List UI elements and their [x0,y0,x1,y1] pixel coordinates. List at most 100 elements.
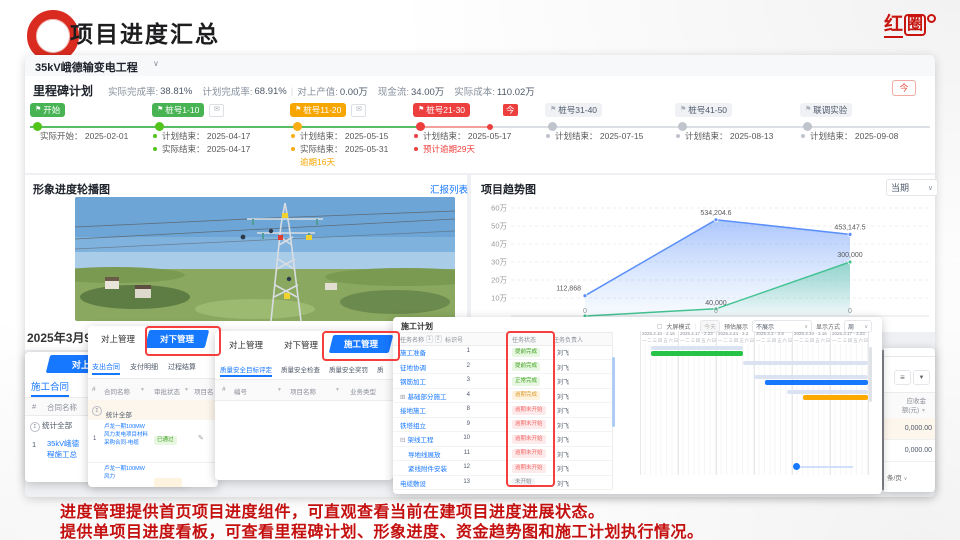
subtab-expense-contract[interactable]: 支出合同 [92,362,120,375]
task-name-link[interactable]: 施工准备 [400,347,426,357]
task-row[interactable]: 导地线展放11逾期未开始刘飞 [393,446,612,462]
gantt-bar-blue[interactable] [765,380,868,385]
milestone-lines: 计划结束： 2025-08-13 [685,130,773,143]
filter-icon[interactable]: ▼ [335,387,340,393]
gantt-bar-plan[interactable] [651,346,743,350]
footer-line-2: 提供单项目进度看板，可查看里程碑计划、形象进度、资金趋势图和施工计划执行情况。 [60,522,704,540]
gantt-week-column: 2025.3.10 - 3.16一二三四五六日 [792,331,830,475]
task-name-link[interactable]: 征地协调 [400,362,426,372]
today-button[interactable]: 今 [892,80,916,96]
gantt-bar-green[interactable] [651,351,743,356]
display-mode-select[interactable]: 周∨ [844,320,872,333]
milestone-badge-row: ⚑开始 [30,103,65,117]
tab-duixia-c[interactable]: 对下管理 [275,336,327,353]
filter-button[interactable]: ▼ [913,370,930,385]
gantt-today-button[interactable]: 今天 [700,320,720,333]
slider-track[interactable] [799,466,853,468]
expand-icon[interactable]: ⊞ [400,394,405,401]
tab-duishang-b[interactable]: 对上管理 [92,330,144,348]
fullscreen-checkbox-icon[interactable]: ▢ [657,323,663,330]
svg-text:20万: 20万 [491,276,507,285]
subtab-construction-contract[interactable]: 施工合同 [31,379,69,397]
task-id: 12 [438,464,470,470]
contract-link[interactable]: 卢龙一期100MW风力发电项目材料采购合同-电缆 [104,423,150,447]
filter-icon[interactable]: ▼ [277,387,282,393]
milestone: ⚑桩号1-10✉计划结束： 2025-04-17实际结束： 2025-04-17 [152,103,224,117]
sort-1[interactable]: 1 [426,335,433,343]
task-row[interactable]: 铁塔组立9逾期未开始刘飞 [393,417,612,433]
col-task-owner: 任务负责人 [553,335,583,344]
milestone-badge-桩号21-30[interactable]: ⚑桩号21-30 [413,103,470,117]
progress-photo[interactable] [75,197,455,321]
task-owner: 刘飞 [557,450,569,459]
subtab-payment-detail[interactable]: 支付明细 [130,362,158,375]
tab-duishang-c[interactable]: 对上管理 [220,336,272,353]
milestone-stats: 实际完成率: 38.81% 计划完成率: 68.91% | 对上产值: 0.00… [108,84,535,98]
task-name-link[interactable]: 接地施工 [400,405,426,415]
task-row[interactable]: 接地施工8逾期未开始刘飞 [393,402,612,418]
milestone-badge-联调实验[interactable]: ⚑联调实验 [800,103,852,117]
milestone-badge-桩号11-20[interactable]: ⚑桩号11-20 [290,103,346,117]
trend-chart-area: 60万50万40万30万20万10万112,868534,204.6453,14… [481,196,931,330]
stat-value: 38.81% [160,86,192,97]
line-dot [676,134,680,138]
fullscreen-label[interactable]: 大屏模式 [666,322,690,331]
contract-link[interactable]: 35kV峨德 程施工总 [47,438,79,460]
milestone-badge-开始[interactable]: ⚑开始 [30,103,65,117]
task-name-link[interactable]: 电缆敷设 [400,478,426,488]
slider-handle[interactable] [793,463,800,470]
gantt-bar-plan[interactable] [743,361,868,365]
task-name-link[interactable]: 铁塔组立 [400,420,426,430]
subtab-quality-reward[interactable]: 质量安全奖罚 [329,364,368,377]
milestone-badge-桩号41-50[interactable]: ⚑桩号41-50 [675,103,732,117]
plan-toolbar: ▢ 大屏模式 | 今天 预估展示 不展示∨ 显示方式 周∨ [657,320,872,333]
filter-icon[interactable]: ▼ [140,387,145,393]
sort-2[interactable]: 2 [435,335,442,343]
expand-icon[interactable]: ⊟ [400,437,405,444]
chevron-down-icon[interactable]: ∨ [153,59,159,68]
table-header: # 合同名称 ▼ 审批状态 ▼ 项目名 [88,378,218,402]
task-name-link[interactable]: 导地线展放 [408,449,441,459]
task-row[interactable]: 钢筋加工3正常完成刘飞 [393,373,612,389]
subtab-quality-more[interactable]: 质 [377,364,384,377]
line-dot [153,134,157,138]
task-name-link[interactable]: ⊟架线工程 [400,434,433,444]
contract-link[interactable]: 卢龙一期100MW风力 [104,465,150,481]
task-row[interactable]: 电缆敷设13未开始刘飞 [393,475,612,491]
project-name[interactable]: 35kV峨德输变电工程 [35,59,138,75]
svg-text:0: 0 [583,308,587,315]
milestone: ⚑联调实验计划结束： 2025-09-08 [800,103,852,117]
mail-icon[interactable]: ✉ [351,104,366,117]
milestone-badge-桩号31-40[interactable]: ⚑桩号31-40 [545,103,602,117]
pager-select[interactable]: 条/页 ∨ [887,472,907,482]
list-view-button[interactable]: ≡ [894,370,911,385]
milestone-line: 实际开始： 2025-02-01 [40,130,128,143]
gantt-scrollbar[interactable] [869,347,872,402]
milestone-badge-桩号1-10[interactable]: ⚑桩号1-10 [152,103,204,117]
subtab-quality-target[interactable]: 质量安全目标评定 [220,364,272,377]
report-list-link[interactable]: 汇报列表 [430,182,468,196]
task-row[interactable]: ⊟架线工程10逾期未开始刘飞 [393,431,612,447]
mail-icon[interactable]: ✉ [209,104,224,117]
gantt-bar-plan[interactable] [787,390,868,394]
filter-icon[interactable]: ▼ [184,387,189,393]
period-select[interactable]: 当期 ∨ [886,179,938,196]
gantt-zoom-slider[interactable] [793,463,855,471]
subtab-process-settlement[interactable]: 过程结算 [168,362,196,375]
milestone-badge-row: ⚑桩号31-40 [545,103,602,117]
task-row[interactable]: 施工准备1提前完成刘飞 [393,344,612,360]
task-owner: 刘飞 [557,392,569,401]
project-selector-bar[interactable]: 35kV峨德输变电工程 ∨ [25,55,935,77]
gantt-bar-orange[interactable] [803,395,868,400]
estimate-select[interactable]: 不展示∨ [752,320,812,333]
stat-value: 34.00万 [411,84,444,98]
task-row[interactable]: ⊞基础部分施工4逾期完成刘飞 [393,388,612,404]
subtab-quality-check[interactable]: 质量安全检查 [281,364,320,377]
gantt-bar-plan[interactable] [754,375,868,379]
task-row[interactable]: 征地协调2提前完成刘飞 [393,359,612,375]
photo-illustration [75,197,455,321]
task-row[interactable]: 紧线附件安装12逾期未开始刘飞 [393,460,612,476]
table-scrollbar[interactable] [612,357,615,427]
line-dot [291,134,295,138]
task-name-link[interactable]: 钢筋加工 [400,376,426,386]
